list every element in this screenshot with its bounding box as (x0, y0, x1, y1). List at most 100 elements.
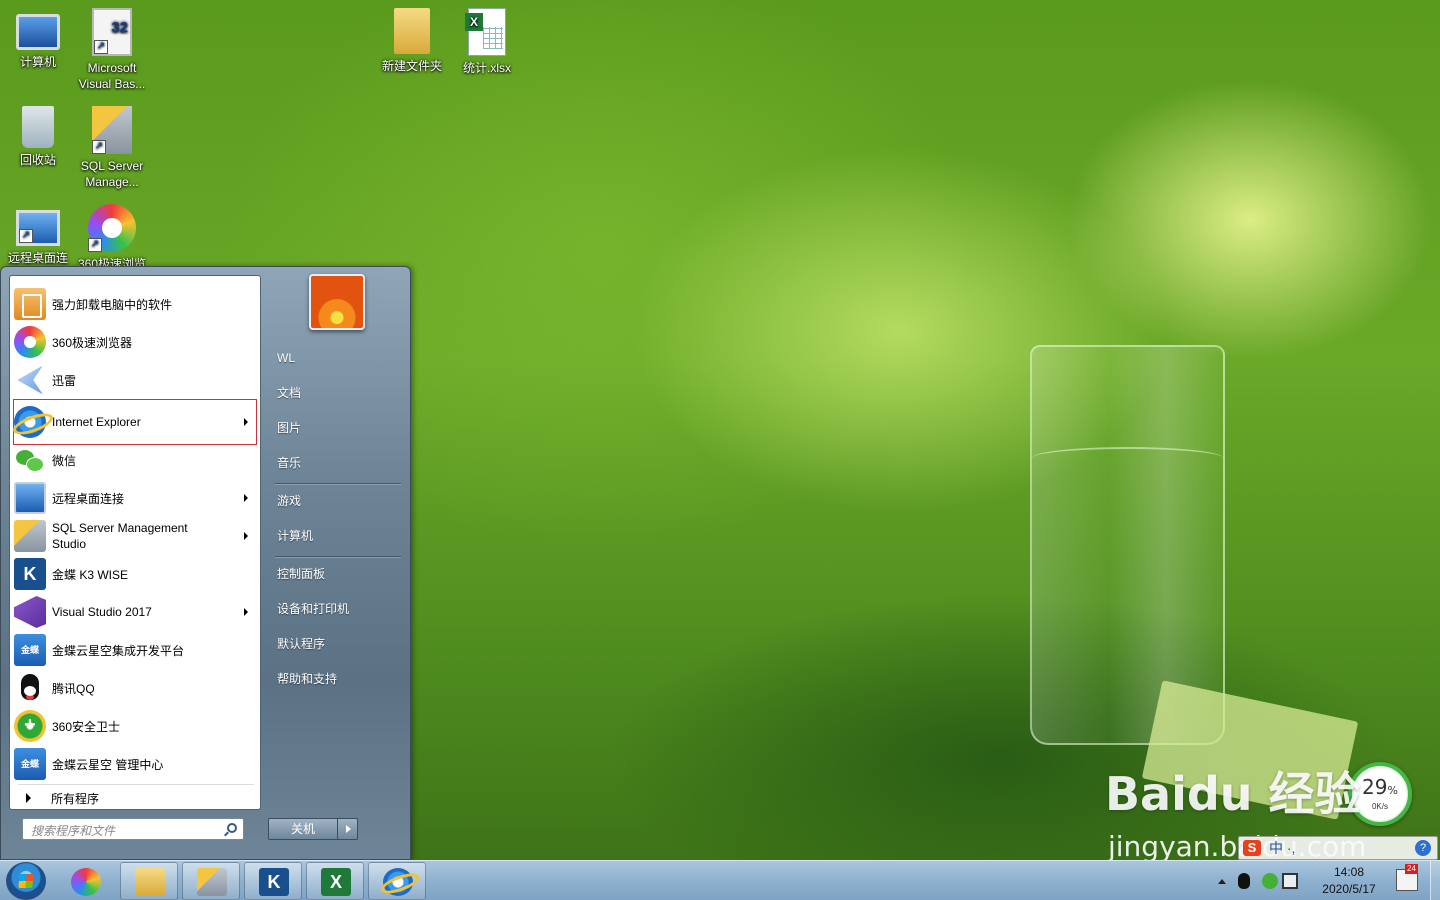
folder-icon (394, 8, 430, 54)
remote-desktop-icon: ↗ (16, 210, 60, 246)
program-label: 微信 (52, 453, 77, 468)
ime-status[interactable]: 中 ·, (1269, 840, 1295, 856)
start-menu-program-list: 强力卸载电脑中的软件 360极速浏览器 迅雷 Internet Explorer… (9, 275, 261, 810)
recycle-bin-icon (22, 106, 54, 148)
wechat-icon (14, 444, 46, 476)
right-item-pictures[interactable]: 图片 (269, 412, 403, 444)
right-item-default-programs[interactable]: 默认程序 (269, 628, 403, 660)
desktop-icon-excel-file[interactable]: 统计.xlsx (447, 8, 527, 76)
desktop-icon-remote-desktop[interactable]: ↗ 远程桌面连 (0, 204, 78, 266)
program-label: Internet Explorer (52, 415, 141, 429)
shutdown-options-button[interactable] (337, 818, 358, 840)
program-item-360-browser[interactable]: 360极速浏览器 (14, 324, 256, 360)
all-programs-button[interactable]: 所有程序 (14, 786, 256, 810)
desktop-icon-label: 计算机 (19, 55, 56, 69)
right-item-help-support[interactable]: 帮助和支持 (269, 663, 403, 695)
desktop-icon-vb[interactable]: ↗ Microsoft Visual Bas... (72, 8, 152, 92)
ime-toolbar[interactable]: S 中 ·, ? (1238, 836, 1438, 860)
taskbar-explorer[interactable] (120, 862, 178, 900)
help-icon[interactable]: ? (1415, 840, 1431, 856)
program-item-360-safe[interactable]: 360安全卫士 (14, 708, 256, 744)
program-label: Visual Studio 2017 (52, 605, 152, 619)
taskbar-excel[interactable]: X (306, 862, 364, 900)
program-item-kingdee-admin[interactable]: 金蝶 金蝶云星空 管理中心 (14, 746, 256, 782)
desktop-icon-label: 远程桌面连 (7, 251, 68, 265)
xunlei-icon (17, 365, 43, 395)
explorer-icon (135, 868, 165, 896)
all-programs-label: 所有程序 (51, 791, 100, 806)
baidu-watermark: Baidu 经验 (1105, 767, 1361, 821)
search-input[interactable]: 搜索程序和文件 (22, 818, 244, 840)
360-safe-icon (14, 710, 46, 742)
right-item-control-panel[interactable]: 控制面板 (269, 558, 403, 590)
program-label: 金蝶云星空 管理中心 (52, 757, 164, 772)
program-label: 360极速浏览器 (52, 335, 133, 350)
shortcut-arrow-icon: ↗ (92, 140, 106, 154)
desktop-icon-computer[interactable]: 计算机 (0, 8, 78, 70)
right-item-documents[interactable]: 文档 (269, 377, 403, 409)
desktop-icon-360-browser[interactable]: ↗ 360极速浏览 (72, 204, 152, 272)
desktop-icon-label: Microsoft Visual Bas... (78, 61, 146, 91)
program-item-visual-studio[interactable]: Visual Studio 2017 (14, 594, 256, 630)
network-icon[interactable] (1282, 873, 1298, 889)
submenu-arrow-icon[interactable] (244, 494, 248, 502)
right-item-devices-printers[interactable]: 设备和打印机 (269, 593, 403, 625)
submenu-arrow-icon[interactable] (244, 418, 248, 426)
show-desktop-button[interactable] (1430, 861, 1440, 900)
divider (275, 556, 401, 557)
submenu-arrow-icon[interactable] (244, 532, 248, 540)
right-item-user[interactable]: WL (269, 342, 403, 374)
clock-date: 2020/5/17 (1322, 882, 1376, 896)
qq-icon (14, 672, 46, 704)
program-item-wechat[interactable]: 微信 (14, 442, 256, 478)
start-button[interactable] (6, 862, 46, 900)
excel-file-icon (465, 8, 506, 56)
taskbar-k3[interactable]: K (244, 862, 302, 900)
program-item-remote-desktop[interactable]: 远程桌面连接 (14, 480, 256, 516)
program-label: 金蝶云星空集成开发平台 (52, 643, 185, 658)
program-label: 迅雷 (52, 373, 77, 388)
program-item-uninstall[interactable]: 强力卸载电脑中的软件 (14, 286, 256, 322)
user-avatar[interactable] (309, 274, 365, 330)
program-item-sql-server[interactable]: SQL Server Management Studio (14, 518, 256, 554)
right-item-computer[interactable]: 计算机 (269, 520, 403, 552)
remote-desktop-icon (14, 482, 46, 514)
program-label: 金蝶 K3 WISE (52, 567, 129, 582)
desktop-icon-sql-server[interactable]: ↗ SQL Server Manage... (72, 106, 152, 190)
submenu-arrow-icon[interactable] (244, 608, 248, 616)
show-hidden-icons-icon[interactable] (1218, 879, 1226, 884)
program-item-k3-wise[interactable]: K 金蝶 K3 WISE (14, 556, 256, 592)
search-placeholder: 搜索程序和文件 (31, 824, 116, 838)
taskbar: K X 14:08 2020/5/17 24 (0, 860, 1440, 900)
excel-icon: X (321, 868, 351, 896)
computer-icon (16, 14, 60, 50)
sogou-ime-icon[interactable]: S (1243, 840, 1261, 856)
sql-server-icon (197, 868, 227, 896)
sql-server-icon: ↗ (92, 106, 132, 154)
program-item-internet-explorer[interactable]: Internet Explorer (13, 399, 257, 445)
wechat-tray-icon[interactable] (1262, 873, 1278, 889)
clock-time: 14:08 (1333, 865, 1365, 879)
visual-studio-icon (14, 596, 46, 628)
vb-icon: ↗ (92, 8, 132, 56)
shutdown-button[interactable]: 关机 (268, 818, 338, 840)
divider (18, 784, 254, 785)
clock[interactable]: 14:08 2020/5/17 (1310, 864, 1388, 898)
right-item-games[interactable]: 游戏 (269, 485, 403, 517)
taskbar-sql-server[interactable] (182, 862, 240, 900)
program-label: 强力卸载电脑中的软件 (52, 297, 173, 312)
program-item-xunlei[interactable]: 迅雷 (14, 362, 256, 398)
kingdee-cloud-icon: 金蝶 (14, 634, 46, 666)
desktop-icon-recycle-bin[interactable]: 回收站 (0, 106, 78, 168)
desktop-icon-new-folder[interactable]: 新建文件夹 (372, 8, 452, 74)
search-icon[interactable] (227, 823, 237, 833)
program-item-kingdee-dev[interactable]: 金蝶 金蝶云星空集成开发平台 (14, 632, 256, 668)
k3-icon: K (259, 868, 289, 896)
notification-icon[interactable]: 24 (1396, 864, 1418, 891)
program-item-qq[interactable]: 腾讯QQ (14, 670, 256, 706)
wallpaper-glass (1030, 345, 1225, 745)
taskbar-ie[interactable] (368, 862, 426, 900)
qq-tray-icon[interactable] (1238, 873, 1250, 889)
right-item-music[interactable]: 音乐 (269, 447, 403, 479)
taskbar-360-browser[interactable] (56, 862, 114, 900)
